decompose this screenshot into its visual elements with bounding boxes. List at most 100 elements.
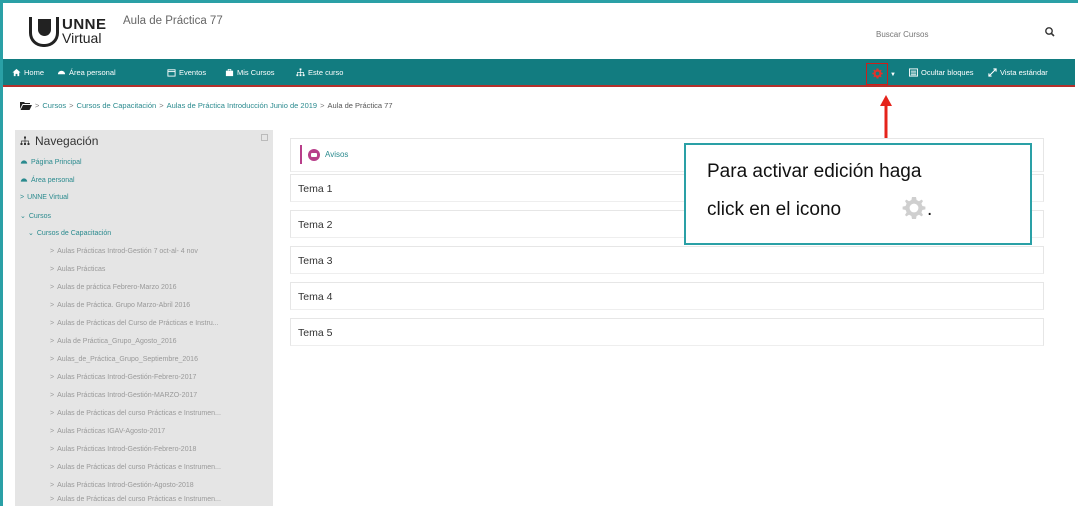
nav-mis-cursos-label: Mis Cursos xyxy=(237,68,275,77)
section-title: Tema 4 xyxy=(298,291,333,303)
sidebar-course-item[interactable]: > Aulas Prácticas IGAV-Agosto-2017 xyxy=(50,428,165,435)
sidebar-course-label: Aulas Prácticas xyxy=(57,266,106,273)
dashboard-icon xyxy=(57,70,66,75)
gear-icon xyxy=(902,197,926,219)
sidebar-course-label: Aulas Prácticas Introd-Gestión-Febrero-2… xyxy=(57,446,197,453)
chevron-right-icon: > xyxy=(50,482,55,489)
nav-eventos[interactable]: Eventos xyxy=(167,68,206,77)
sidebar-course-item[interactable]: > Aulas de Prácticas del curso Prácticas … xyxy=(50,464,221,471)
sidebar-item-label: Cursos de Capacitación xyxy=(36,229,112,237)
sidebar-course-item[interactable]: > Aula de Práctica_Grupo_Agosto_2016 xyxy=(50,338,177,345)
sidebar-item-area-personal[interactable]: Área personal xyxy=(20,176,75,184)
hide-blocks-label: Ocultar bloques xyxy=(921,68,974,77)
nav-home[interactable]: Home xyxy=(12,68,44,77)
breadcrumb-separator: > xyxy=(35,101,40,110)
chevron-right-icon: > xyxy=(50,410,55,417)
sidebar-course-item[interactable]: > Aulas de práctica Febrero-Marzo 2016 xyxy=(50,284,177,291)
sitemap-icon xyxy=(296,68,305,77)
sidebar-course-label: Aulas de práctica Febrero-Marzo 2016 xyxy=(57,284,177,291)
sidebar-course-item[interactable]: > Aulas de Prácticas del curso Prácticas … xyxy=(50,496,221,503)
nav-mis-cursos[interactable]: Mis Cursos xyxy=(225,68,275,77)
unne-virtual-logo[interactable]: UNNE Virtual xyxy=(29,13,117,51)
sidebar-course-label: Aulas de Prácticas del curso Prácticas e… xyxy=(57,496,221,503)
logo-mark-icon xyxy=(29,17,59,47)
sidebar-course-label: Aulas_de_Práctica_Grupo_Septiembre_2016 xyxy=(57,356,198,363)
list-icon xyxy=(909,68,918,77)
section-tema-3[interactable]: Tema 3 xyxy=(290,246,1044,274)
sidebar-item-pagina-principal[interactable]: Página Principal xyxy=(20,158,82,166)
breadcrumb-link-aulas-junio[interactable]: Aulas de Práctica Introducción Junio de … xyxy=(167,101,318,110)
forum-icon xyxy=(308,148,320,161)
chevron-right-icon: > xyxy=(50,428,55,435)
announcements-label: Avisos xyxy=(325,150,349,159)
chevron-right-icon: > xyxy=(50,356,55,363)
sidebar-item-label: Cursos xyxy=(28,212,52,220)
standard-view-button[interactable]: Vista estándar xyxy=(988,68,1048,77)
chevron-right-icon: > xyxy=(50,374,55,381)
main-navbar: Home Área personal Eventos Mis Cursos Es… xyxy=(3,59,1075,87)
callout-text-line1: Para activar edición haga xyxy=(707,161,922,182)
navigation-block-title: Navegación xyxy=(20,134,98,148)
chevron-right-icon: > xyxy=(50,302,55,309)
sidebar-course-label: Aulas de Prácticas del curso Prácticas e… xyxy=(57,410,221,417)
collapse-block-icon[interactable] xyxy=(261,134,268,141)
sidebar-course-label: Aula de Práctica_Grupo_Agosto_2016 xyxy=(57,338,177,345)
calendar-icon xyxy=(167,69,176,77)
sidebar-course-item[interactable]: > Aulas de Prácticas del curso Prácticas … xyxy=(50,410,221,417)
dashboard-icon xyxy=(20,178,28,182)
sidebar-course-item[interactable]: > Aulas Prácticas Introd-Gestión-Febrero-… xyxy=(50,446,196,453)
search-button[interactable] xyxy=(1043,25,1057,39)
sidebar-item-unne-virtual[interactable]: > UNNE Virtual xyxy=(20,194,69,201)
breadcrumb: > Cursos > Cursos de Capacitación > Aula… xyxy=(20,101,393,110)
chevron-right-icon: > xyxy=(20,194,25,201)
section-title: Tema 2 xyxy=(298,219,333,231)
nav-este-curso[interactable]: Este curso xyxy=(296,68,343,77)
sidebar-course-item[interactable]: > Aulas de Práctica. Grupo Marzo-Abril 20… xyxy=(50,302,190,309)
sidebar-course-item[interactable]: > Aulas Prácticas Introd-Gestión-Febrero-… xyxy=(50,374,196,381)
section-title: Tema 3 xyxy=(298,255,333,267)
sidebar-course-item[interactable]: > Aulas Prácticas Introd-Gestión 7 oct-al… xyxy=(50,248,198,255)
section-tema-5[interactable]: Tema 5 xyxy=(290,318,1044,346)
breadcrumb-link-capacitacion[interactable]: Cursos de Capacitación xyxy=(77,101,157,110)
search-icon xyxy=(1045,27,1055,37)
settings-gear-button[interactable] xyxy=(866,63,888,85)
search-input[interactable] xyxy=(876,26,1026,42)
sidebar-course-label: Aulas Prácticas Introd-Gestión-Agosto-20… xyxy=(57,482,194,489)
navigation-title-text: Navegación xyxy=(35,134,99,148)
breadcrumb-separator: > xyxy=(159,101,164,110)
dashboard-icon xyxy=(20,160,28,164)
sidebar-course-item[interactable]: > Aulas_de_Práctica_Grupo_Septiembre_2016 xyxy=(50,356,198,363)
sidebar-course-item[interactable]: > Aulas Prácticas Introd-Gestión-Agosto-2… xyxy=(50,482,194,489)
chevron-right-icon: > xyxy=(50,464,55,471)
sitemap-icon xyxy=(20,136,30,145)
sidebar-course-label: Aulas Prácticas IGAV-Agosto-2017 xyxy=(57,428,166,435)
sidebar-course-item[interactable]: > Aulas Prácticas Introd-Gestión-MARZO-20… xyxy=(50,392,197,399)
breadcrumb-link-cursos[interactable]: Cursos xyxy=(42,101,66,110)
gear-icon xyxy=(872,68,883,79)
expand-icon xyxy=(988,68,997,77)
sidebar-course-item[interactable]: > Aulas Prácticas xyxy=(50,266,105,273)
chevron-right-icon: > xyxy=(50,496,55,503)
nav-home-label: Home xyxy=(24,68,45,77)
nav-eventos-label: Eventos xyxy=(179,68,207,77)
standard-view-label: Vista estándar xyxy=(1000,68,1048,77)
sidebar-course-item[interactable]: > Aulas de Prácticas del Curso de Práctic… xyxy=(50,320,219,327)
chevron-right-icon: > xyxy=(50,266,55,273)
announcements-link[interactable]: Avisos xyxy=(300,145,348,164)
sidebar-item-cursos[interactable]: ⌄ Cursos xyxy=(20,212,52,221)
nav-area-personal[interactable]: Área personal xyxy=(57,68,116,77)
section-tema-4[interactable]: Tema 4 xyxy=(290,282,1044,310)
sidebar-course-label: Aulas Prácticas Introd-Gestión 7 oct-al-… xyxy=(57,248,198,255)
site-title: Aula de Práctica 77 xyxy=(123,15,223,27)
hide-blocks-button[interactable]: Ocultar bloques xyxy=(909,68,974,77)
chevron-right-icon: > xyxy=(50,248,55,255)
chevron-right-icon: > xyxy=(50,392,55,399)
instruction-callout: Para activar edición haga click en el ic… xyxy=(684,143,1032,245)
sidebar-course-label: Aulas de Prácticas del Curso de Práctica… xyxy=(57,320,219,327)
sidebar-item-cursos-capacitacion[interactable]: ⌄ Cursos de Capacitación xyxy=(28,229,112,238)
navigation-block: Navegación Página Principal Área persona… xyxy=(15,130,273,506)
sidebar-course-label: Aulas de Prácticas del curso Prácticas e… xyxy=(57,464,221,471)
nav-este-curso-label: Este curso xyxy=(308,68,344,77)
home-icon xyxy=(12,68,21,77)
chevron-right-icon: > xyxy=(50,446,55,453)
